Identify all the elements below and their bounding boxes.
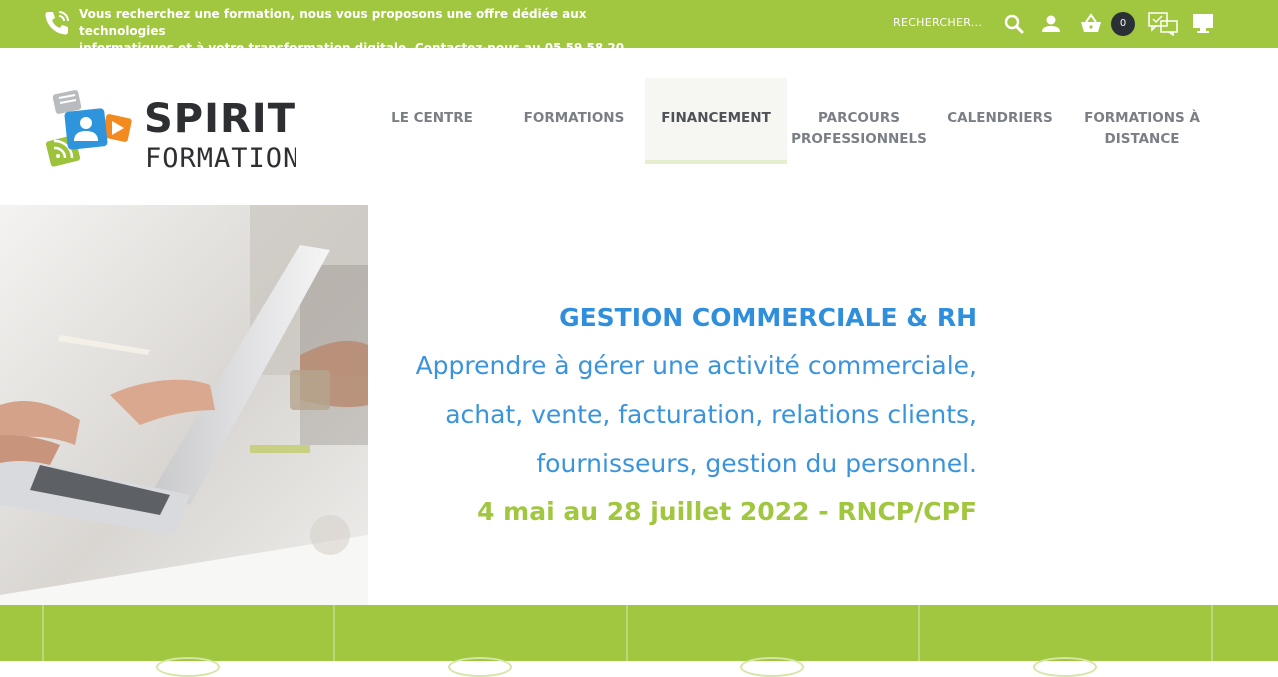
site-header: SPIRIT FORMATION LE CENTRE FORMATIONS FI…: [0, 48, 1278, 205]
contact-message-line1: Vous recherchez une formation, nous vous…: [79, 7, 587, 38]
hero-description-line: achat, vente, facturation, relations cli…: [445, 400, 977, 429]
nav-label: CALENDRIERS: [947, 110, 1053, 126]
user-icon[interactable]: [1039, 12, 1063, 36]
laptop-photo-illustration: [0, 205, 368, 605]
hero-description-line: fournisseurs, gestion du personnel.: [536, 449, 977, 478]
band-divider: [42, 605, 44, 661]
nav-label: DISTANCE: [1104, 131, 1180, 147]
monitor-icon[interactable]: [1191, 12, 1215, 36]
logo-graphic: SPIRIT FORMATION: [45, 90, 299, 174]
nav-label: PARCOURS: [818, 110, 900, 126]
hero-banner: GESTION COMMERCIALE & RH Apprendre à gér…: [368, 205, 1278, 605]
site-logo[interactable]: SPIRIT FORMATION: [45, 86, 299, 176]
hero-description-line: Apprendre à gérer une activité commercia…: [415, 351, 977, 380]
nav-label: FINANCEMENT: [661, 110, 771, 126]
cart-count-badge[interactable]: 0: [1111, 12, 1135, 36]
feature-circle[interactable]: [156, 657, 220, 677]
band-divider: [1211, 605, 1213, 661]
band-divider: [333, 605, 335, 661]
phone-icon: [45, 11, 69, 35]
logo-text-spirit: SPIRIT: [144, 96, 296, 142]
nav-label: FORMATIONS: [523, 110, 625, 126]
band-divider: [626, 605, 628, 661]
nav-formations-a-distance[interactable]: FORMATIONS À DISTANCE: [1072, 78, 1212, 164]
nav-le-centre[interactable]: LE CENTRE: [362, 78, 502, 164]
feature-circle[interactable]: [448, 657, 512, 677]
feature-circle[interactable]: [1033, 657, 1097, 677]
nav-label: PROFESSIONNELS: [791, 131, 927, 147]
nav-label: FORMATIONS À: [1084, 110, 1200, 126]
band-divider: [918, 605, 920, 661]
logo-text-formation: FORMATION: [145, 143, 296, 174]
search-input[interactable]: RECHERCHER...: [893, 16, 982, 29]
nav-label: LE CENTRE: [391, 110, 473, 126]
top-bar: Vous recherchez une formation, nous vous…: [0, 0, 1278, 72]
nav-calendriers[interactable]: CALENDRIERS: [930, 78, 1070, 164]
chat-icon[interactable]: [1147, 12, 1179, 36]
hero-title: GESTION COMMERCIALE & RH: [559, 303, 977, 332]
features-band: [0, 605, 1278, 677]
feature-circle[interactable]: [740, 657, 804, 677]
nav-formations[interactable]: FORMATIONS: [504, 78, 644, 164]
nav-parcours-professionnels[interactable]: PARCOURS PROFESSIONNELS: [789, 78, 929, 164]
hero-date: 4 mai au 28 juillet 2022 - RNCP/CPF: [477, 497, 977, 526]
hero-photo: [0, 205, 368, 605]
nav-financement[interactable]: FINANCEMENT: [645, 78, 787, 164]
basket-icon[interactable]: [1079, 12, 1103, 36]
search-icon[interactable]: [1002, 12, 1026, 36]
